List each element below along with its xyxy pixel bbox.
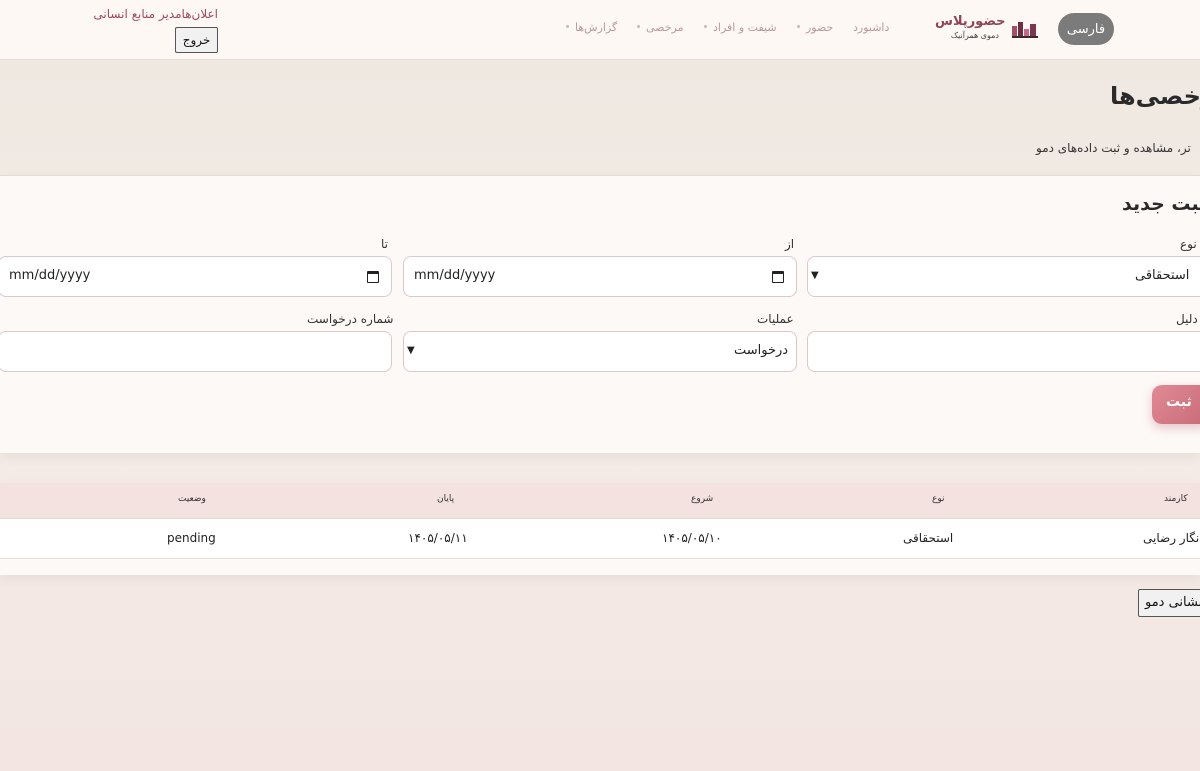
column-header-start: شروع — [691, 494, 714, 504]
leave-table: کارمند نوع شروع پایان وضعیت نگار رضایی ا… — [0, 483, 1200, 575]
calendar-icon[interactable] — [772, 271, 784, 283]
brand-name: حضورپلاس — [935, 14, 1006, 29]
reason-label: دلیل — [1176, 312, 1198, 326]
bar-chart-logo-icon — [1012, 22, 1038, 38]
column-header-type: نوع — [932, 494, 945, 504]
reset-demo-button[interactable]: بازنشانی دمو — [1138, 589, 1200, 617]
page-title: رخصی‌ها — [1110, 82, 1200, 110]
user-role-label: اعلان‌هامدیر منابع انسانی — [93, 7, 218, 21]
type-select[interactable]: استحقاقی ▼ — [807, 256, 1200, 297]
table-header-row: کارمند نوع شروع پایان وضعیت — [0, 483, 1200, 519]
brand-subtitle: دموی همرآنیک — [950, 31, 999, 40]
nav-item-shifts[interactable]: شیفت و افراد — [713, 21, 777, 37]
calendar-icon[interactable] — [367, 271, 379, 283]
cell-employee: نگار رضایی — [1143, 531, 1200, 545]
column-header-status: وضعیت — [178, 494, 206, 504]
cell-start: ۱۴۰۵/۰۵/۱۰ — [662, 531, 722, 545]
column-header-employee: کارمند — [1164, 494, 1188, 504]
nav-item-leave[interactable]: مرخصی — [646, 21, 683, 37]
nav-dot-icon — [797, 25, 800, 28]
to-date-input[interactable]: mm/dd/yyyy — [0, 256, 392, 297]
form-title: ثبت جدید — [1122, 193, 1200, 215]
nav-item-reports[interactable]: گزارش‌ها — [575, 21, 617, 37]
request-number-label: شماره درخواست — [307, 312, 394, 326]
type-label: نوع — [1180, 237, 1197, 251]
operation-label: عملیات — [757, 312, 794, 326]
chevron-down-icon: ▼ — [811, 270, 819, 281]
nav-item-attendance[interactable]: حضور — [806, 21, 833, 37]
page-subtitle: تر، مشاهده و ثبت داده‌های دمو — [1036, 141, 1191, 155]
from-label: از — [785, 237, 795, 251]
chevron-down-icon: ▼ — [407, 345, 415, 356]
column-header-end: پایان — [437, 494, 455, 504]
nav-dot-icon — [704, 25, 707, 28]
cell-type: استحقاقی — [903, 531, 954, 545]
submit-button[interactable]: ثبت — [1152, 385, 1200, 424]
nav-item-dashboard[interactable]: داشبورد — [853, 21, 889, 37]
logout-button[interactable]: خروج — [175, 27, 218, 53]
table-row[interactable]: نگار رضایی استحقاقی ۱۴۰۵/۰۵/۱۰ ۱۴۰۵/۰۵/۱… — [0, 519, 1200, 559]
nav-dot-icon — [566, 25, 569, 28]
nav-dot-icon — [637, 25, 640, 28]
operation-select[interactable]: درخواست ▼ — [403, 331, 797, 372]
from-date-input[interactable]: mm/dd/yyyy — [403, 256, 797, 297]
language-toggle-button[interactable]: فارسی — [1058, 13, 1114, 45]
request-number-input[interactable] — [0, 331, 392, 372]
cell-end: ۱۴۰۵/۰۵/۱۱ — [408, 531, 468, 545]
reason-input[interactable] — [807, 331, 1200, 372]
cell-status: pending — [167, 531, 216, 545]
to-label: تا — [381, 237, 388, 251]
